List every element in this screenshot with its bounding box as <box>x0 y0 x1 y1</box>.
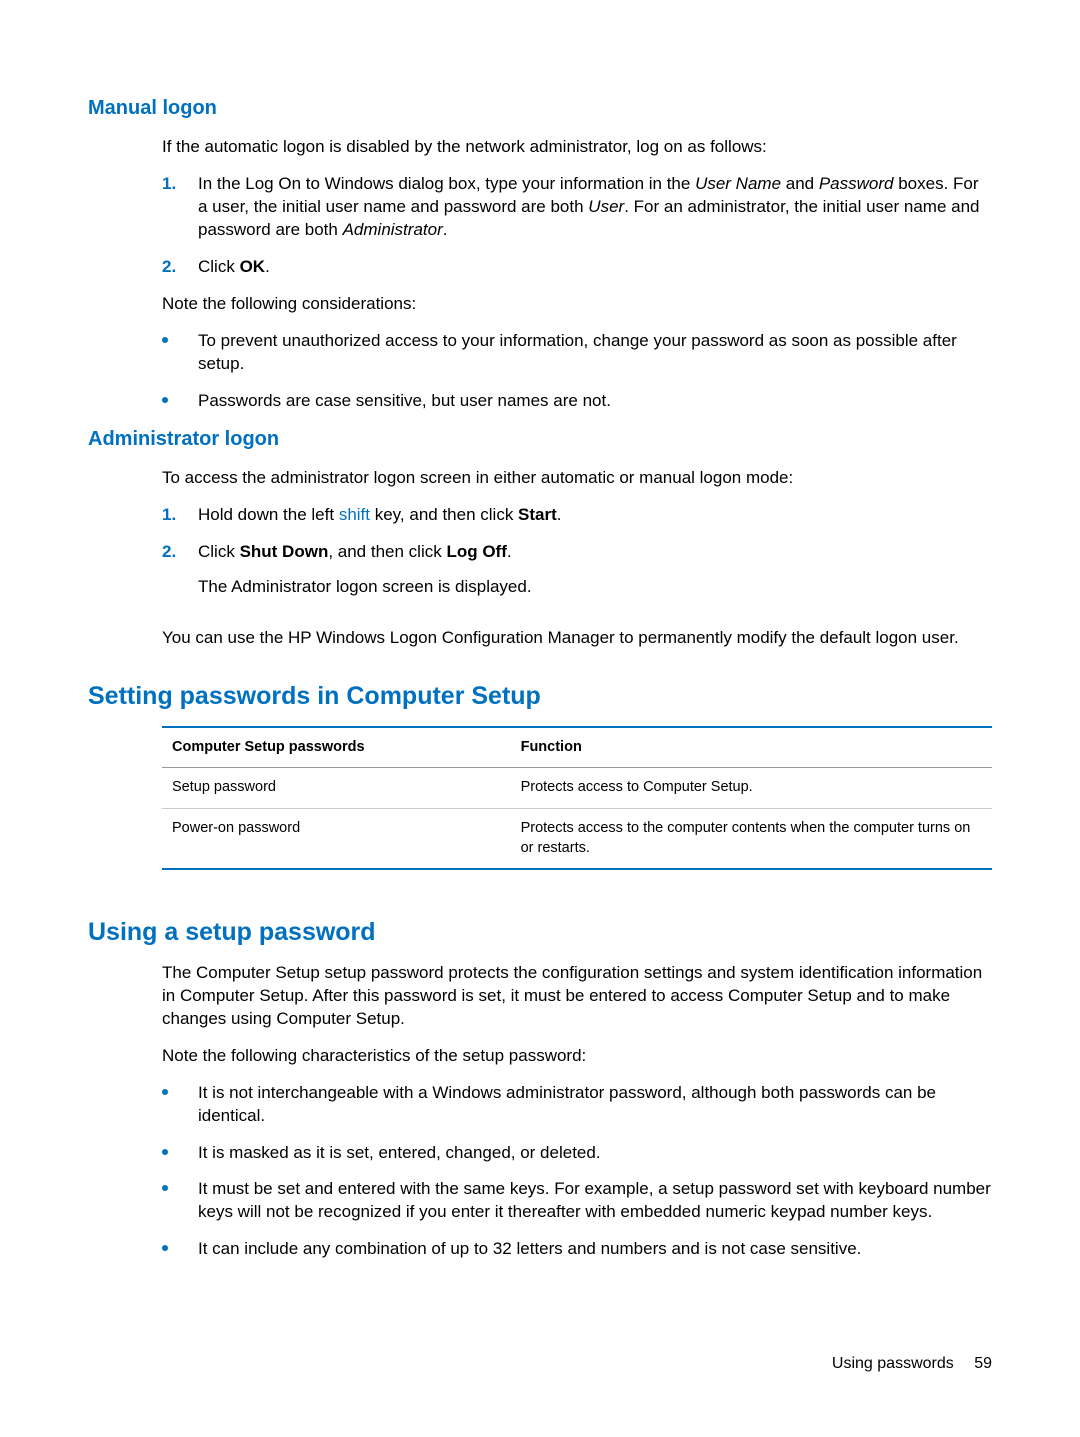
page-number: 59 <box>974 1355 992 1372</box>
list-item: 1. Hold down the left shift key, and the… <box>162 504 992 527</box>
text: and <box>781 174 819 193</box>
list-item: It can include any combination of up to … <box>162 1238 992 1261</box>
text: Click <box>198 542 240 561</box>
text: . <box>557 505 562 524</box>
text: . <box>265 257 270 276</box>
ordered-list: 1. In the Log On to Windows dialog box, … <box>162 173 992 279</box>
list-text: Click Shut Down, and then click Log Off.… <box>198 541 992 613</box>
document-page: Manual logon If the automatic logon is d… <box>0 0 1080 1261</box>
text: Click <box>198 257 240 276</box>
section-manual-logon-body: If the automatic logon is disabled by th… <box>162 136 992 412</box>
section-admin-logon-body: To access the administrator logon screen… <box>162 467 992 650</box>
text: Hold down the left <box>198 505 339 524</box>
table-header: Function <box>511 728 992 768</box>
list-item: To prevent unauthorized access to your i… <box>162 330 992 376</box>
list-text: It can include any combination of up to … <box>198 1238 992 1261</box>
list-text: It is masked as it is set, entered, chan… <box>198 1142 992 1165</box>
paragraph: Note the following characteristics of th… <box>162 1045 992 1068</box>
text: . <box>443 220 448 239</box>
bullet-icon <box>162 390 198 413</box>
passwords-table-wrap: Computer Setup passwords Function Setup … <box>162 726 992 870</box>
list-marker: 2. <box>162 541 198 613</box>
list-text: Hold down the left shift key, and then c… <box>198 504 992 527</box>
table-cell: Protects access to Computer Setup. <box>511 768 992 809</box>
bold: OK <box>240 257 266 276</box>
list-item: It must be set and entered with the same… <box>162 1178 992 1224</box>
list-item: 1. In the Log On to Windows dialog box, … <box>162 173 992 242</box>
list-text: Passwords are case sensitive, but user n… <box>198 390 992 413</box>
table-row: Setup password Protects access to Comput… <box>162 768 992 809</box>
list-item: It is not interchangeable with a Windows… <box>162 1082 992 1128</box>
bullet-icon <box>162 1178 198 1224</box>
bold: Log Off <box>446 542 506 561</box>
heading-setting-passwords: Setting passwords in Computer Setup <box>88 680 992 714</box>
bullet-list: It is not interchangeable with a Windows… <box>162 1082 992 1262</box>
paragraph: You can use the HP Windows Logon Configu… <box>162 627 992 650</box>
page-footer: Using passwords 59 <box>832 1353 992 1375</box>
list-text: Click OK. <box>198 256 992 279</box>
paragraph: The Computer Setup setup password protec… <box>162 962 992 1031</box>
paragraph: The Administrator logon screen is displa… <box>198 576 992 599</box>
heading-administrator-logon: Administrator logon <box>88 426 992 453</box>
list-item: 2. Click OK. <box>162 256 992 279</box>
bold: Start <box>518 505 557 524</box>
paragraph: If the automatic logon is disabled by th… <box>162 136 992 159</box>
table-cell: Protects access to the computer contents… <box>511 809 992 869</box>
paragraph: Note the following considerations: <box>162 293 992 316</box>
emphasis: Password <box>819 174 894 193</box>
paragraph: To access the administrator logon screen… <box>162 467 992 490</box>
text: In the Log On to Windows dialog box, typ… <box>198 174 695 193</box>
table-row: Power-on password Protects access to the… <box>162 809 992 869</box>
text: . <box>507 542 512 561</box>
list-text: In the Log On to Windows dialog box, typ… <box>198 173 992 242</box>
list-marker: 2. <box>162 256 198 279</box>
list-item: Passwords are case sensitive, but user n… <box>162 390 992 413</box>
table-cell: Setup password <box>162 768 511 809</box>
passwords-table: Computer Setup passwords Function Setup … <box>162 728 992 868</box>
heading-manual-logon: Manual logon <box>88 95 992 122</box>
ordered-list: 1. Hold down the left shift key, and the… <box>162 504 992 613</box>
list-item: It is masked as it is set, entered, chan… <box>162 1142 992 1165</box>
table-header-row: Computer Setup passwords Function <box>162 728 992 768</box>
bullet-icon <box>162 1082 198 1128</box>
heading-using-setup-password: Using a setup password <box>88 916 992 950</box>
list-item: 2. Click Shut Down, and then click Log O… <box>162 541 992 613</box>
bullet-icon <box>162 330 198 376</box>
bullet-icon <box>162 1142 198 1165</box>
section-using-setup-password-body: The Computer Setup setup password protec… <box>162 962 992 1261</box>
list-text: To prevent unauthorized access to your i… <box>198 330 992 376</box>
emphasis: Administrator <box>343 220 443 239</box>
key-name: shift <box>339 505 370 524</box>
list-text: It must be set and entered with the same… <box>198 1178 992 1224</box>
list-marker: 1. <box>162 504 198 527</box>
table-header: Computer Setup passwords <box>162 728 511 768</box>
bold: Shut Down <box>240 542 329 561</box>
footer-label: Using passwords <box>832 1355 954 1372</box>
bullet-icon <box>162 1238 198 1261</box>
list-text: It is not interchangeable with a Windows… <box>198 1082 992 1128</box>
emphasis: User <box>588 197 624 216</box>
bullet-list: To prevent unauthorized access to your i… <box>162 330 992 413</box>
table-cell: Power-on password <box>162 809 511 869</box>
emphasis: User Name <box>695 174 781 193</box>
text: key, and then click <box>370 505 518 524</box>
text: , and then click <box>328 542 446 561</box>
list-marker: 1. <box>162 173 198 242</box>
